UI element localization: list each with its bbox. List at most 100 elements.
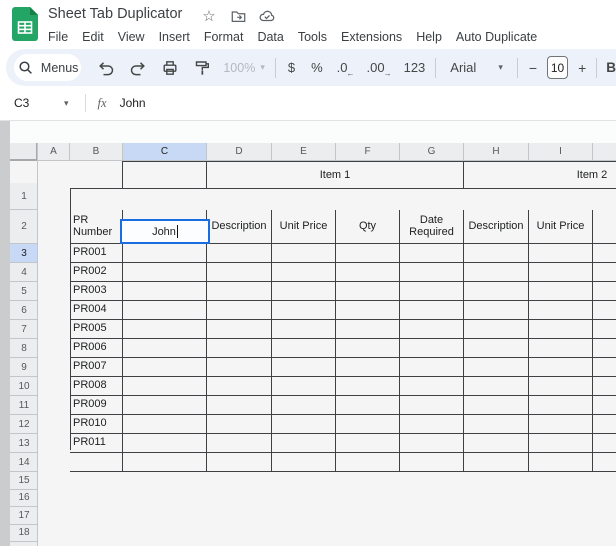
menu-item-view[interactable]: View — [111, 30, 152, 44]
row-header-12[interactable]: 12 — [10, 415, 38, 434]
cell-B13[interactable]: PR011 — [70, 434, 123, 453]
cloud-status-icon[interactable] — [258, 7, 276, 25]
menu-item-file[interactable]: File — [41, 30, 75, 44]
cell-B5[interactable]: PR003 — [70, 282, 123, 301]
column-header-F[interactable]: F — [336, 143, 400, 161]
row-header-16[interactable]: 16 — [10, 490, 38, 508]
cell-G8[interactable] — [400, 339, 464, 358]
formula-input[interactable]: John — [120, 96, 616, 110]
star-icon[interactable]: ☆ — [200, 7, 218, 25]
row-header-13[interactable]: 13 — [10, 434, 38, 453]
cell-F5[interactable] — [336, 282, 400, 301]
sheets-logo-icon[interactable] — [12, 7, 38, 41]
format-currency-button[interactable]: $ — [288, 60, 295, 75]
row-header-8[interactable]: 8 — [10, 339, 38, 358]
cell-J3[interactable] — [593, 244, 616, 263]
name-box[interactable]: C3 — [14, 96, 54, 110]
cell-J6[interactable] — [593, 301, 616, 320]
cell-I13[interactable] — [529, 434, 593, 453]
cell-B10[interactable]: PR008 — [70, 377, 123, 396]
row-header-14[interactable]: 14 — [10, 453, 38, 472]
cell-B14[interactable] — [70, 453, 123, 472]
cell-editor-C3[interactable]: John — [120, 219, 210, 244]
chevron-down-icon[interactable]: ▾ — [498, 62, 503, 73]
row-header-9[interactable]: 9 — [10, 358, 38, 377]
column-header-H[interactable]: H — [464, 143, 529, 161]
cell-J9[interactable] — [593, 358, 616, 377]
redo-icon[interactable] — [129, 59, 147, 77]
cell-C11[interactable] — [123, 396, 207, 415]
cell-E11[interactable] — [272, 396, 336, 415]
cell-C13[interactable] — [123, 434, 207, 453]
cell-I9[interactable] — [529, 358, 593, 377]
cell-F4[interactable] — [336, 263, 400, 282]
column-header-G[interactable]: G — [400, 143, 464, 161]
cell-B9[interactable]: PR007 — [70, 358, 123, 377]
font-size-input[interactable]: 10 — [547, 56, 568, 79]
cell-H12[interactable] — [464, 415, 529, 434]
column-header-E[interactable]: E — [272, 143, 336, 161]
row-header-4[interactable]: 4 — [10, 263, 38, 282]
cell-J14[interactable] — [593, 453, 616, 472]
cell-I6[interactable] — [529, 301, 593, 320]
cell-B12[interactable]: PR010 — [70, 415, 123, 434]
cell-H10[interactable] — [464, 377, 529, 396]
cell-D8[interactable] — [207, 339, 272, 358]
cell-G2[interactable]: Date Required — [400, 210, 464, 244]
more-formats-button[interactable]: 123 — [404, 60, 426, 75]
cell-C14[interactable] — [123, 453, 207, 472]
column-header-B[interactable]: B — [70, 143, 123, 161]
cell-H2[interactable]: Description — [464, 210, 529, 244]
cell-G11[interactable] — [400, 396, 464, 415]
cell-G5[interactable] — [400, 282, 464, 301]
cell-D3[interactable] — [207, 244, 272, 263]
column-header-J[interactable]: J — [593, 143, 616, 161]
cell-H8[interactable] — [464, 339, 529, 358]
cell-I8[interactable] — [529, 339, 593, 358]
cell-I14[interactable] — [529, 453, 593, 472]
cell-J12[interactable] — [593, 415, 616, 434]
cell-G6[interactable] — [400, 301, 464, 320]
bold-button[interactable]: B — [606, 60, 616, 75]
cell-I4[interactable] — [529, 263, 593, 282]
cell-J11[interactable] — [593, 396, 616, 415]
cell-F7[interactable] — [336, 320, 400, 339]
cell-H5[interactable] — [464, 282, 529, 301]
cell-I3[interactable] — [529, 244, 593, 263]
cell-E10[interactable] — [272, 377, 336, 396]
row1-cell-C1[interactable] — [122, 161, 206, 188]
row-header-5[interactable]: 5 — [10, 282, 38, 301]
cell-G12[interactable] — [400, 415, 464, 434]
menu-item-help[interactable]: Help — [409, 30, 449, 44]
cell-F10[interactable] — [336, 377, 400, 396]
cell-H4[interactable] — [464, 263, 529, 282]
cell-H14[interactable] — [464, 453, 529, 472]
chevron-down-icon[interactable]: ▾ — [64, 98, 69, 109]
cell-B4[interactable]: PR002 — [70, 263, 123, 282]
cell-C7[interactable] — [123, 320, 207, 339]
row-header-18[interactable]: 18 — [10, 525, 38, 543]
cell-J7[interactable] — [593, 320, 616, 339]
row-header-6[interactable]: 6 — [10, 301, 38, 320]
cell-G13[interactable] — [400, 434, 464, 453]
undo-icon[interactable] — [97, 59, 115, 77]
cell-F13[interactable] — [336, 434, 400, 453]
cell-C5[interactable] — [123, 282, 207, 301]
print-icon[interactable] — [161, 59, 179, 77]
cell-D5[interactable] — [207, 282, 272, 301]
cell-H11[interactable] — [464, 396, 529, 415]
cell-H9[interactable] — [464, 358, 529, 377]
cell-I5[interactable] — [529, 282, 593, 301]
cell-F3[interactable] — [336, 244, 400, 263]
cell-F2[interactable]: Qty — [336, 210, 400, 244]
cell-J4[interactable] — [593, 263, 616, 282]
menu-item-auto-duplicate[interactable]: Auto Duplicate — [449, 30, 544, 44]
cell-I2[interactable]: Unit Price — [529, 210, 593, 244]
cell-D14[interactable] — [207, 453, 272, 472]
cell-F11[interactable] — [336, 396, 400, 415]
cell-C8[interactable] — [123, 339, 207, 358]
cell-E5[interactable] — [272, 282, 336, 301]
row-header-17[interactable]: 17 — [10, 507, 38, 525]
menus-search-button[interactable]: Menus — [14, 54, 81, 81]
cell-D12[interactable] — [207, 415, 272, 434]
